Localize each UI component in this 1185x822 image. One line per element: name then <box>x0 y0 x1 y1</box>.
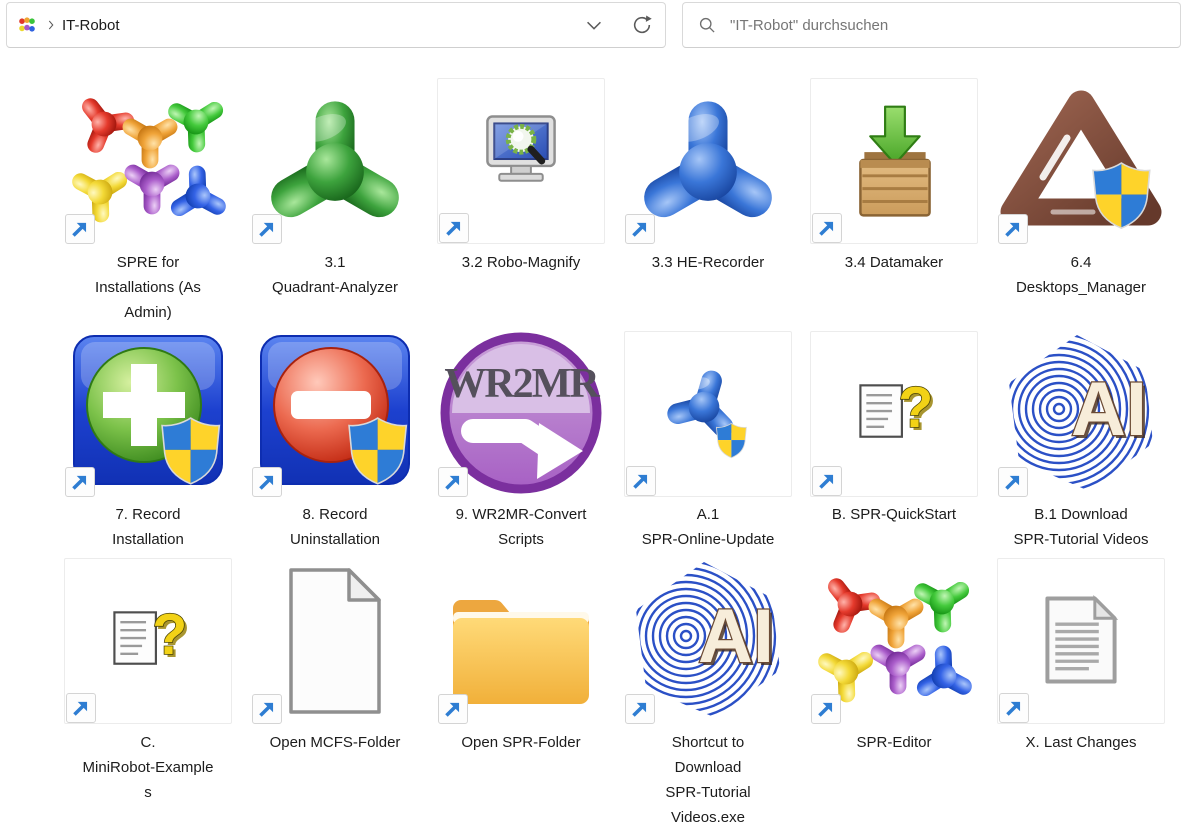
address-dropdown-button[interactable] <box>579 10 609 40</box>
file-item[interactable] <box>810 558 978 724</box>
file-item[interactable] <box>64 78 232 244</box>
shortcut-arrow-icon <box>252 214 282 244</box>
file-item[interactable] <box>810 331 978 497</box>
address-bar[interactable]: IT-Robot <box>6 2 666 48</box>
file-item-label: C. MiniRobot-Example s <box>53 730 243 805</box>
file-item[interactable] <box>251 78 419 244</box>
file-item-label: 3.1 Quadrant-Analyzer <box>240 250 430 300</box>
file-item-label: Shortcut to Download SPR-Tutorial Videos… <box>613 730 803 822</box>
file-item-label: 9. WR2MR-Convert Scripts <box>426 502 616 552</box>
file-item[interactable] <box>64 331 232 497</box>
file-item[interactable] <box>251 331 419 497</box>
file-item-label: Open MCFS-Folder <box>240 730 430 755</box>
shortcut-arrow-icon <box>626 466 656 496</box>
file-item-label: 7. Record Installation <box>53 502 243 552</box>
file-item-label: 3.3 HE-Recorder <box>613 250 803 275</box>
shortcut-arrow-icon <box>625 214 655 244</box>
shortcut-arrow-icon <box>65 467 95 497</box>
shortcut-arrow-icon <box>439 213 469 243</box>
file-item-label: 3.2 Robo-Magnify <box>426 250 616 275</box>
file-item-label: B.1 Download SPR-Tutorial Videos <box>986 502 1176 552</box>
file-item-label: SPR-Editor <box>799 730 989 755</box>
shortcut-arrow-icon <box>65 214 95 244</box>
shortcut-arrow-icon <box>252 694 282 724</box>
file-item[interactable] <box>437 78 605 244</box>
file-item[interactable] <box>251 558 419 724</box>
file-item[interactable] <box>437 558 605 724</box>
file-item[interactable] <box>64 558 232 724</box>
shortcut-arrow-icon <box>998 467 1028 497</box>
search-icon <box>697 15 717 35</box>
file-item[interactable] <box>997 78 1165 244</box>
file-item[interactable] <box>437 331 605 497</box>
chevron-down-icon <box>583 14 605 36</box>
toolbar: IT-Robot <box>0 0 1185 54</box>
search-box <box>682 2 1181 48</box>
file-item-label: SPRE for Installations (As Admin) <box>53 250 243 325</box>
shortcut-arrow-icon <box>438 694 468 724</box>
file-item[interactable] <box>624 78 792 244</box>
file-item-label: A.1 SPR-Online-Update <box>613 502 803 552</box>
file-item[interactable] <box>997 331 1165 497</box>
file-item[interactable] <box>810 78 978 244</box>
search-input[interactable] <box>728 16 1166 35</box>
file-item-label: Open SPR-Folder <box>426 730 616 755</box>
file-grid: SPRE for Installations (As Admin)3.1 Qua… <box>0 53 1185 822</box>
file-item-label: X. Last Changes <box>986 730 1176 755</box>
file-item-label: B. SPR-QuickStart <box>799 502 989 527</box>
shortcut-arrow-icon <box>438 467 468 497</box>
file-item-label: 3.4 Datamaker <box>799 250 989 275</box>
file-item-label: 8. Record Uninstallation <box>240 502 430 552</box>
breadcrumb-chevron-icon <box>44 18 58 32</box>
shortcut-arrow-icon <box>999 693 1029 723</box>
file-item-label: 6.4 Desktops_Manager <box>986 250 1176 300</box>
shortcut-arrow-icon <box>66 693 96 723</box>
shortcut-arrow-icon <box>252 467 282 497</box>
shortcut-arrow-icon <box>811 694 841 724</box>
shortcut-arrow-icon <box>625 694 655 724</box>
shortcut-arrow-icon <box>998 214 1028 244</box>
file-item[interactable] <box>624 558 792 724</box>
refresh-icon <box>631 14 653 36</box>
folder-logo-icon <box>18 16 36 34</box>
shortcut-arrow-icon <box>812 466 842 496</box>
breadcrumb[interactable]: IT-Robot <box>62 17 120 34</box>
file-item[interactable] <box>624 331 792 497</box>
refresh-button[interactable] <box>627 10 657 40</box>
file-item[interactable] <box>997 558 1165 724</box>
shortcut-arrow-icon <box>812 213 842 243</box>
file-explorer-window: IT-Robot onal ger SPRE for Installations… <box>0 0 1185 822</box>
